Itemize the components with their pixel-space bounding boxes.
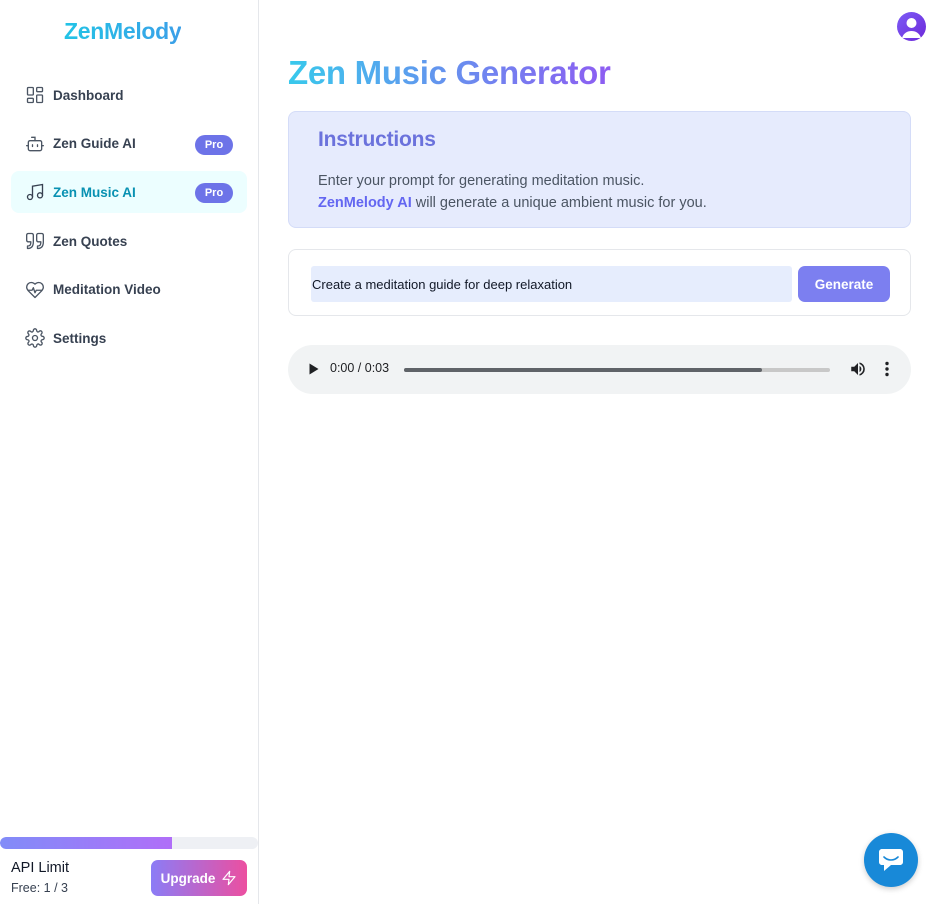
chat-button[interactable] [864,833,918,887]
pro-badge: Pro [195,134,233,155]
sidebar-item-dashboard[interactable]: Dashboard [11,74,247,116]
logo[interactable]: ZenMelody [22,14,182,48]
api-limit-count: Free: 1 / 3 [11,881,68,895]
sidebar-item-label: Zen Guide AI [53,136,136,152]
dashboard-icon [25,85,45,105]
audio-progress-fill [404,367,762,372]
sound-wave-icon [23,15,56,47]
instructions-line-2: ZenMelody AI will generate a unique ambi… [318,192,881,214]
pro-badge: Pro [195,183,233,204]
more-options-icon[interactable] [881,360,893,378]
sidebar-item-zen-quotes[interactable]: Zen Quotes [11,220,247,262]
audio-progress-track[interactable] [404,367,830,372]
sidebar-nav: Dashboard Zen Guide AI Pro Zen Music AI … [11,74,247,366]
sidebar-item-zen-music-ai[interactable]: Zen Music AI Pro [11,171,247,214]
heart-pulse-icon [25,280,45,300]
music-note-icon [25,182,45,202]
sidebar-item-label: Meditation Video [53,282,161,298]
api-limit-progress [0,837,258,849]
sidebar: ZenMelody Dashboard Zen Guide AI Pro Zen… [0,0,259,904]
instructions-line-1: Enter your prompt for generating meditat… [318,173,645,189]
page-title: Zen Music Generator [288,54,611,91]
sidebar-item-label: Settings [53,330,107,346]
upgrade-label: Upgrade [160,870,216,886]
bot-icon [25,134,45,154]
instructions-panel: Instructions Enter your prompt for gener… [288,111,911,228]
brand-name: ZenMelody AI [318,195,412,211]
audio-player: 0:00 / 0:03 [288,345,911,394]
audio-time: 0:00 / 0:03 [330,361,390,375]
generate-button[interactable]: Generate [798,266,890,302]
app-name: ZenMelody [64,17,182,44]
sidebar-item-meditation-video[interactable]: Meditation Video [11,269,247,311]
sidebar-item-label: Zen Quotes [53,233,128,249]
volume-icon[interactable] [849,360,867,378]
instructions-line-2-text: will generate a unique ambient music for… [411,195,707,211]
user-icon [902,18,921,38]
lightning-icon [222,870,236,886]
instructions-heading: Instructions [318,128,436,151]
sidebar-item-settings[interactable]: Settings [11,317,247,359]
quote-icon [25,231,45,251]
upgrade-button[interactable]: Upgrade [151,860,247,896]
prompt-input[interactable] [311,266,792,302]
gear-icon [25,328,45,349]
sidebar-item-label: Zen Music AI [53,184,136,200]
play-icon[interactable] [305,361,321,377]
sidebar-item-zen-guide-ai[interactable]: Zen Guide AI Pro [11,123,247,165]
user-avatar[interactable] [897,12,926,41]
prompt-form: Generate [288,249,911,316]
api-limit-title: API Limit [11,860,70,876]
sidebar-item-label: Dashboard [53,87,124,103]
chat-bubble-icon [879,849,903,871]
api-limit-progress-fill [0,837,172,849]
